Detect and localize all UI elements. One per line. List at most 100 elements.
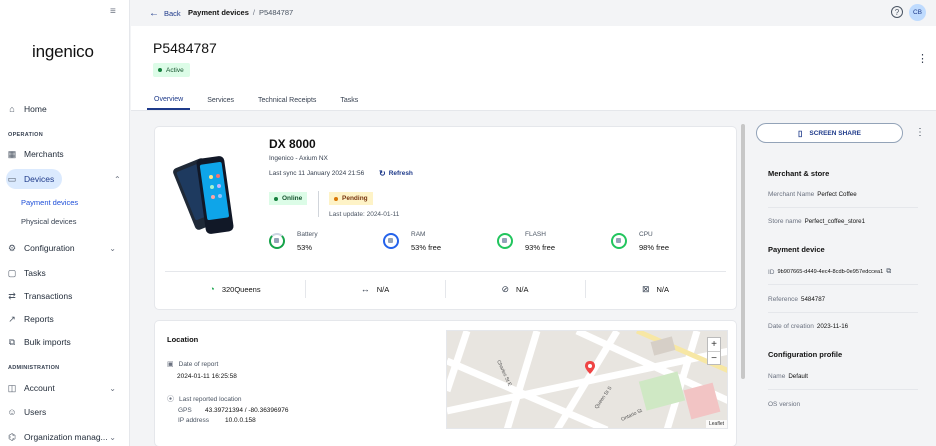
chevron-down-icon: ⌄ xyxy=(109,383,116,393)
connectivity-ethernet: ↔ N/A xyxy=(360,284,390,294)
sidebar-item-payment-devices[interactable]: Payment devices xyxy=(21,198,78,207)
online-dot xyxy=(274,196,278,201)
device-name: DX 8000 xyxy=(269,137,316,151)
main-scrollbar[interactable] xyxy=(741,124,745,379)
merchants-icon: ▦ xyxy=(7,148,17,159)
refresh-icon: ↻ xyxy=(379,169,386,178)
avatar[interactable]: CB xyxy=(909,4,926,21)
more-options-icon[interactable]: ⋮ xyxy=(917,52,928,65)
location-title: Location xyxy=(167,335,199,344)
last-sync: Last sync 11 January 2024 21:56 xyxy=(269,170,365,177)
breadcrumb-parent[interactable]: Payment devices xyxy=(188,8,249,17)
sidebar-item-bulk-imports[interactable]: ⧉ Bulk imports xyxy=(6,332,124,352)
collapse-sidebar-icon[interactable]: ≡ xyxy=(110,6,116,17)
refresh-button[interactable]: ↻ Refresh xyxy=(379,169,413,178)
back-button[interactable]: ← Back xyxy=(149,8,181,19)
users-icon: ☺ xyxy=(7,407,17,417)
arrow-left-icon: ← xyxy=(149,8,159,19)
home-icon: ⌂ xyxy=(9,104,15,114)
calendar-icon: ▣ xyxy=(167,361,174,368)
map-tiles: Queen St S Ontario St Charles St E xyxy=(447,331,727,428)
help-icon[interactable]: ? xyxy=(891,6,903,18)
sidebar-item-users[interactable]: ☺ Users xyxy=(6,402,124,422)
reports-icon: ↗ xyxy=(8,313,16,324)
device-model: Ingenico - Axium NX xyxy=(269,155,328,162)
tab-overview[interactable]: Overview xyxy=(147,90,191,110)
ram-gauge-icon xyxy=(383,233,399,249)
organization-icon: ⌬ xyxy=(8,431,16,442)
zoom-in-button[interactable]: + xyxy=(708,338,720,351)
nav-section-administration: ADMINISTRATION xyxy=(8,365,60,371)
tab-services[interactable]: Services xyxy=(200,90,241,110)
map-attribution[interactable]: Leaflet xyxy=(705,420,727,428)
pending-dot xyxy=(334,196,338,201)
connectivity-bluetooth: ⊘ N/A xyxy=(501,283,529,294)
sidebar-item-devices[interactable]: ▭ Devices xyxy=(6,169,62,189)
devices-chevron-up-icon[interactable]: ⌃ xyxy=(114,175,121,184)
logo: ingenico xyxy=(32,42,94,61)
device-image xyxy=(173,156,234,234)
tasks-icon: ▢ xyxy=(7,267,17,278)
gear-icon: ⚙ xyxy=(7,242,17,253)
connectivity-row: ◔ 320Queens ↔ N/A ⊘ N/A ⊠ N/A xyxy=(165,271,726,305)
configuration-profile-heading: Configuration profile xyxy=(768,350,843,359)
sidebar-item-transactions[interactable]: ⇄ Transactions xyxy=(6,286,124,306)
breadcrumb: Payment devices / P5484787 xyxy=(188,8,294,17)
sidebar-item-home[interactable]: ⌂ Home xyxy=(6,99,124,119)
sidebar-item-organization[interactable]: ⌬ Organization manag... ⌄ xyxy=(6,427,124,446)
screen-share-button[interactable]: ▯ SCREEN SHARE xyxy=(756,123,903,143)
device-info-panel: Merchant & store Merchant Name Perfect Co… xyxy=(756,151,936,446)
status-badge: Active xyxy=(153,63,190,77)
ip-label: IP address xyxy=(178,417,209,424)
map-zoom-control: + − xyxy=(707,337,721,365)
connectivity-wifi: ◔ 320Queens xyxy=(209,284,261,294)
page-title: P5484787 xyxy=(153,40,217,56)
info-divider xyxy=(768,312,918,313)
sidebar-item-physical-devices[interactable]: Physical devices xyxy=(21,217,76,226)
header-divider xyxy=(131,110,936,111)
metric-battery: Battery 53% xyxy=(269,231,369,255)
cpu-gauge-icon xyxy=(611,233,627,249)
tab-tasks[interactable]: Tasks xyxy=(333,90,365,110)
date-of-report-label: ▣ Date of report xyxy=(167,360,219,369)
account-icon: ◫ xyxy=(7,382,17,393)
gps-label: GPS xyxy=(178,407,192,414)
tabs: Overview Services Technical Receipts Tas… xyxy=(147,90,375,110)
device-id-row: ID 9b907665-d449-4ec4-8cdb-0e957edccea1 ⧉ xyxy=(768,268,892,276)
location-map[interactable]: Queen St S Ontario St Charles St E + − L… xyxy=(446,330,728,429)
page-header: P5484787 Active ⋮ Overview Services Tech… xyxy=(131,26,936,110)
bluetooth-off-icon: ⊘ xyxy=(501,283,510,294)
phone-icon: ▯ xyxy=(797,128,803,138)
online-badge: Online xyxy=(269,192,308,205)
sidebar-item-configuration[interactable]: ⚙ Configuration ⌄ xyxy=(6,238,124,258)
location-card: Location ▣ Date of report 2024-01-11 16:… xyxy=(155,321,736,446)
sidebar-item-merchants[interactable]: ▦ Merchants xyxy=(6,144,124,164)
bulk-imports-icon: ⧉ xyxy=(8,336,16,347)
os-version-row: OS version xyxy=(768,401,801,408)
sidebar-item-reports[interactable]: ↗ Reports xyxy=(6,309,124,329)
info-divider xyxy=(768,207,918,208)
copy-icon[interactable]: ⧉ xyxy=(886,268,891,276)
more-options-icon[interactable]: ⋮ xyxy=(915,127,925,138)
sidebar-item-account[interactable]: ◫ Account ⌄ xyxy=(6,378,124,398)
location-pin-icon: ⦿ xyxy=(167,396,174,403)
info-divider xyxy=(768,284,918,285)
zoom-out-button[interactable]: − xyxy=(708,351,720,364)
sidebar-item-tasks[interactable]: ▢ Tasks xyxy=(6,263,124,283)
ip-value: 10.0.0.158 xyxy=(225,417,256,424)
metric-cpu: CPU 98% free xyxy=(611,231,711,255)
pending-badge: Pending xyxy=(329,192,373,205)
tab-technical-receipts[interactable]: Technical Receipts xyxy=(251,90,323,110)
merchant-store-heading: Merchant & store xyxy=(768,169,830,178)
ethernet-icon: ↔ xyxy=(360,284,370,294)
flash-gauge-icon xyxy=(497,233,513,249)
device-card: DX 8000 Ingenico - Axium NX Last sync 11… xyxy=(155,127,736,309)
sidebar: ≡ ingenico ⌂ Home OPERATION ▦ Merchants … xyxy=(0,0,130,446)
last-reported-location-label: ⦿ Last reported location xyxy=(167,395,242,404)
date-of-report-value: 2024-01-11 16:25:58 xyxy=(177,373,237,380)
info-divider xyxy=(768,389,918,390)
badge-divider xyxy=(318,191,319,217)
transactions-icon: ⇄ xyxy=(8,290,16,301)
devices-icon: ▭ xyxy=(7,173,17,184)
right-panel: ▯ SCREEN SHARE ⋮ Merchant & store Mercha… xyxy=(756,120,936,446)
